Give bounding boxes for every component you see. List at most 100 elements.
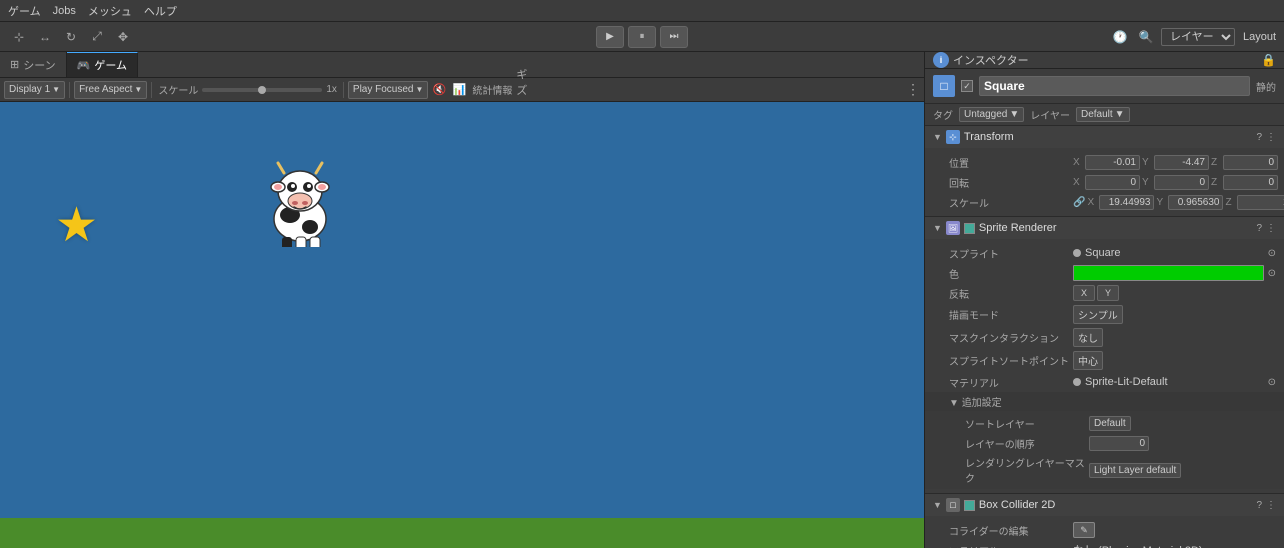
material-select-icon[interactable]: ⊙: [1268, 377, 1276, 388]
additional-settings-header[interactable]: ▼ 追加設定: [925, 392, 1284, 411]
rot-y-input[interactable]: [1154, 175, 1209, 190]
scale-track[interactable]: [202, 88, 322, 92]
gizmos-label[interactable]: ギズモ: [516, 81, 534, 99]
scale-row: スケール 🔗 X Y Z: [925, 192, 1284, 212]
sprite-dot: [1073, 249, 1081, 257]
material-row: マテリアル Sprite-Lit-Default ⊙: [925, 372, 1284, 392]
layer-dropdown[interactable]: Default ▼: [1076, 107, 1130, 122]
rot-x-label: X: [1073, 177, 1083, 188]
object-icon: □: [933, 75, 955, 97]
pos-z-label: Z: [1211, 157, 1221, 168]
edit-collider-button[interactable]: ✎: [1073, 522, 1095, 538]
position-value: X Y Z: [1073, 155, 1278, 170]
color-swatch[interactable]: [1073, 265, 1264, 281]
order-layer-input[interactable]: [1089, 436, 1149, 451]
pause-button[interactable]: ⏸: [628, 26, 656, 48]
toolbar-tool-2[interactable]: ↔: [34, 26, 56, 48]
sr-checkbox[interactable]: [964, 223, 975, 234]
transform-component: ▼ ⊹ Transform ? ⋮ 位置 X Y Z: [925, 126, 1284, 217]
sr-settings[interactable]: ⋮: [1266, 223, 1276, 234]
bc-material-row: マテリアル なし (Physics Material 2D): [925, 540, 1284, 548]
game-tab-icon: 🎮: [77, 59, 91, 72]
toolbar-tool-3[interactable]: ↻: [60, 26, 82, 48]
main-area: ⊞ シーン 🎮 ゲーム Display 1 ▼ Free Aspect ▼ スケ…: [0, 52, 1284, 548]
inspector-title: インスペクター: [953, 52, 1257, 68]
display-dropdown[interactable]: Display 1 ▼: [4, 81, 65, 99]
sr-help[interactable]: ?: [1256, 223, 1262, 234]
bc-name: Box Collider 2D: [979, 499, 1253, 511]
history-icon[interactable]: 🕐: [1109, 26, 1131, 48]
scale-link-icon[interactable]: 🔗: [1073, 197, 1085, 208]
rot-z-input[interactable]: [1223, 175, 1278, 190]
flip-x[interactable]: X: [1073, 285, 1095, 301]
flip-row: 反転 X Y: [925, 283, 1284, 303]
scale-z-input[interactable]: [1237, 195, 1284, 210]
transform-name: Transform: [964, 131, 1253, 143]
scale-label: スケール: [158, 82, 198, 97]
scale-x-input[interactable]: [1099, 195, 1154, 210]
scale-thumb: [258, 86, 266, 94]
inspector-icon: i: [933, 52, 949, 68]
menu-jobs[interactable]: Jobs: [53, 5, 76, 17]
menu-help[interactable]: ヘルプ: [144, 3, 177, 19]
color-label: 色: [949, 266, 1069, 281]
bc-settings[interactable]: ⋮: [1266, 500, 1276, 511]
sprite-renderer-component: ▼ 🖼 Sprite Renderer ? ⋮ スプライト Square ⊙: [925, 217, 1284, 494]
material-name: Sprite-Lit-Default: [1085, 376, 1168, 388]
left-panel: ⊞ シーン 🎮 ゲーム Display 1 ▼ Free Aspect ▼ スケ…: [0, 52, 924, 548]
object-header: □ 静的: [925, 69, 1284, 104]
sort-point-dropdown[interactable]: 中心: [1073, 351, 1103, 370]
mask-dropdown[interactable]: なし: [1073, 328, 1103, 347]
layer-select[interactable]: レイヤー: [1161, 28, 1235, 46]
step-button[interactable]: ⏭: [660, 26, 688, 48]
drawmode-dropdown[interactable]: シンプル: [1073, 305, 1123, 324]
scale-z-label: Z: [1225, 197, 1235, 208]
aspect-dropdown[interactable]: Free Aspect ▼: [74, 81, 147, 99]
box-collider-header[interactable]: ▼ □ Box Collider 2D ? ⋮: [925, 494, 1284, 516]
tag-dropdown[interactable]: Untagged ▼: [959, 107, 1024, 122]
rot-x-input[interactable]: [1085, 175, 1140, 190]
transform-header[interactable]: ▼ ⊹ Transform ? ⋮: [925, 126, 1284, 148]
stats-icon[interactable]: 📊: [450, 81, 468, 99]
sprite-label: スプライト: [949, 246, 1069, 261]
toolbar-tool-5[interactable]: ✥: [112, 26, 134, 48]
mute-icon[interactable]: 🔇: [430, 81, 448, 99]
sort-layer-label: ソートレイヤー: [965, 416, 1085, 431]
toolbar-tool-1[interactable]: ⊹: [8, 26, 30, 48]
sprite-renderer-header[interactable]: ▼ 🖼 Sprite Renderer ? ⋮: [925, 217, 1284, 239]
toolbar-tool-4[interactable]: ⤢: [86, 26, 108, 48]
drawmode-value: シンプル: [1073, 305, 1276, 324]
object-active-checkbox[interactable]: [961, 80, 973, 92]
color-extra-icon[interactable]: ⊙: [1268, 268, 1276, 279]
scale-y-input[interactable]: [1168, 195, 1223, 210]
pos-x-input[interactable]: [1085, 155, 1140, 170]
sprite-select-icon[interactable]: ⊙: [1268, 248, 1276, 259]
inspector-lock-button[interactable]: 🔒: [1261, 53, 1276, 67]
additional-settings-body: ソートレイヤー Default レイヤーの順序 レンダリングレイヤーマスク: [925, 411, 1284, 489]
material-dot: [1073, 378, 1081, 386]
tab-game[interactable]: 🎮 ゲーム: [67, 52, 138, 77]
search-icon[interactable]: 🔍: [1135, 26, 1157, 48]
mask-label: マスクインタラクション: [949, 330, 1069, 345]
drawmode-label: 描画モード: [949, 307, 1069, 322]
transform-settings[interactable]: ⋮: [1266, 132, 1276, 143]
play-button[interactable]: ▶: [596, 26, 624, 48]
flip-y[interactable]: Y: [1097, 285, 1119, 301]
more-options[interactable]: ⋮: [906, 81, 920, 98]
sprite-name: Square: [1085, 247, 1120, 259]
play-focused-dropdown[interactable]: Play Focused ▼: [348, 81, 429, 99]
rotation-label: 回転: [949, 175, 1069, 190]
menu-game[interactable]: ゲーム: [8, 3, 41, 19]
sort-layer-dropdown[interactable]: Default: [1089, 416, 1131, 431]
object-name-input[interactable]: [979, 76, 1250, 96]
pos-z-input[interactable]: [1223, 155, 1278, 170]
transform-help[interactable]: ?: [1256, 132, 1262, 143]
order-layer-row: レイヤーの順序: [941, 433, 1276, 453]
menu-mesh[interactable]: メッシュ: [88, 3, 132, 19]
rendering-layer-dropdown[interactable]: Light Layer default: [1089, 463, 1181, 478]
bc-checkbox[interactable]: [964, 500, 975, 511]
tab-scene[interactable]: ⊞ シーン: [0, 52, 67, 77]
sr-body: スプライト Square ⊙ 色 ⊙ 反転: [925, 239, 1284, 493]
bc-help[interactable]: ?: [1256, 500, 1262, 511]
pos-y-input[interactable]: [1154, 155, 1209, 170]
